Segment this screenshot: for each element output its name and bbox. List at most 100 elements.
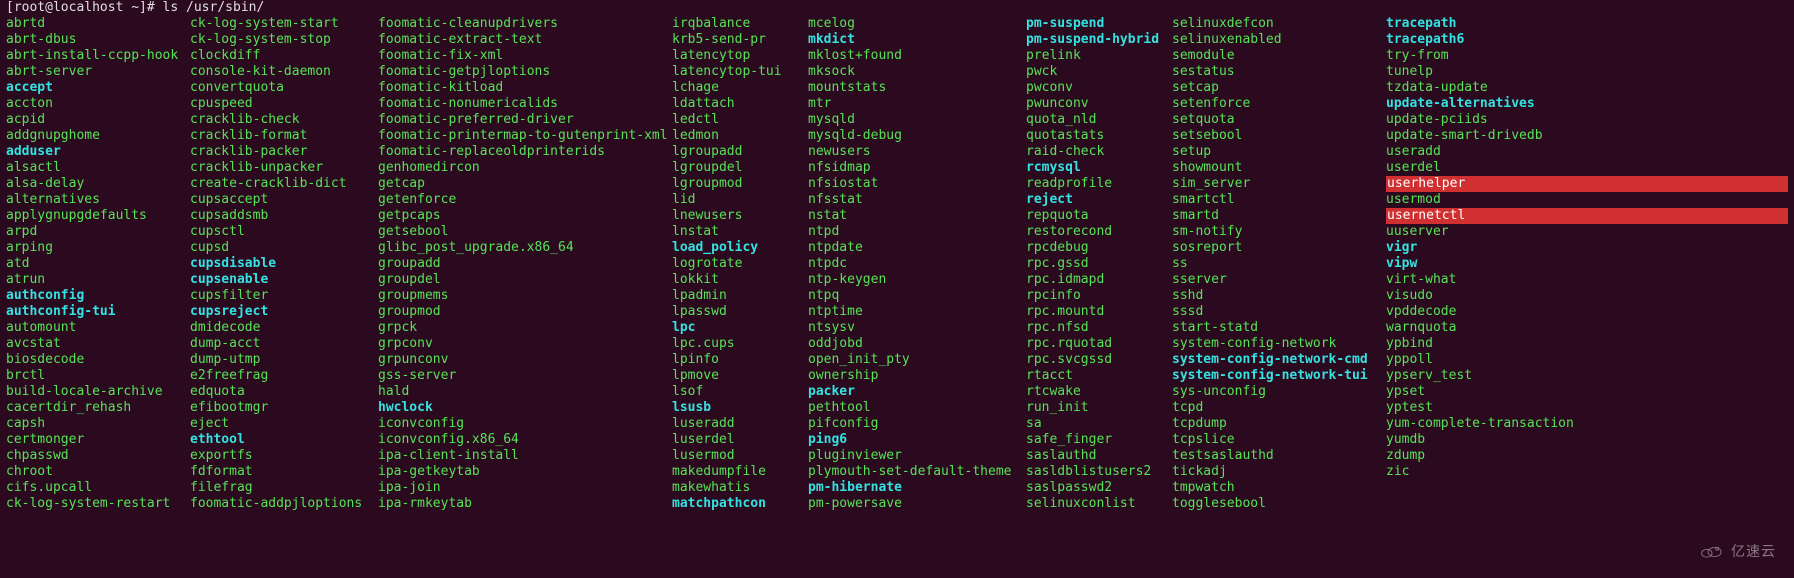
ls-entry: cupsreject	[190, 304, 378, 320]
ls-entry: tracepath6	[1386, 32, 1788, 48]
ls-entry: cracklib-packer	[190, 144, 378, 160]
ls-entry: saslpasswd2	[1026, 480, 1172, 496]
ls-entry: system-config-network-cmd	[1172, 352, 1386, 368]
ls-entry: lgroupmod	[672, 176, 808, 192]
ls-entry: smartd	[1172, 208, 1386, 224]
ls-entry: setquota	[1172, 112, 1386, 128]
ls-entry: ck-log-system-stop	[190, 32, 378, 48]
ls-entry: yppoll	[1386, 352, 1788, 368]
ls-entry: cracklib-format	[190, 128, 378, 144]
ls-entry: update-smart-drivedb	[1386, 128, 1788, 144]
ls-entry: getenforce	[378, 192, 672, 208]
ls-entry: mtr	[808, 96, 1026, 112]
terminal-window[interactable]: [root@localhost ~]# ls /usr/sbin/ abrtd a…	[0, 0, 1794, 512]
ls-entry: groupmod	[378, 304, 672, 320]
ls-entry: selinuxenabled	[1172, 32, 1386, 48]
ls-entry: adduser	[6, 144, 190, 160]
ls-entry: rpcdebug	[1026, 240, 1172, 256]
ls-entry: pethtool	[808, 400, 1026, 416]
ls-entry: lsusb	[672, 400, 808, 416]
ls-entry: tcpdump	[1172, 416, 1386, 432]
ls-entry: foomatic-getpjloptions	[378, 64, 672, 80]
ls-entry: showmount	[1172, 160, 1386, 176]
cloud-icon	[1699, 544, 1725, 560]
ls-entry: reject	[1026, 192, 1172, 208]
ls-entry: sys-unconfig	[1172, 384, 1386, 400]
ls-entry: cracklib-unpacker	[190, 160, 378, 176]
ls-entry: userdel	[1386, 160, 1788, 176]
ls-entry: ck-log-system-start	[190, 16, 378, 32]
ls-entry: sestatus	[1172, 64, 1386, 80]
ls-entry: foomatic-cleanupdrivers	[378, 16, 672, 32]
ls-column-4: mcelogmkdictmklost+foundmksockmountstats…	[808, 16, 1026, 512]
ls-entry: abrt-install-ccpp-hook	[6, 48, 190, 64]
ls-entry: yumdb	[1386, 432, 1788, 448]
ls-entry: mksock	[808, 64, 1026, 80]
ls-entry: sasldblistusers2	[1026, 464, 1172, 480]
ls-entry: ntsysv	[808, 320, 1026, 336]
ls-entry: vigr	[1386, 240, 1788, 256]
ls-entry: pluginviewer	[808, 448, 1026, 464]
ls-entry: ldattach	[672, 96, 808, 112]
ls-entry: rpc.rquotad	[1026, 336, 1172, 352]
ls-entry: console-kit-daemon	[190, 64, 378, 80]
ls-entry: ethtool	[190, 432, 378, 448]
prompt-line: [root@localhost ~]# ls /usr/sbin/	[6, 0, 1788, 16]
ls-entry: repquota	[1026, 208, 1172, 224]
ls-entry: rtcwake	[1026, 384, 1172, 400]
ls-entry: lokkit	[672, 272, 808, 288]
ls-entry: fdformat	[190, 464, 378, 480]
ls-entry: accton	[6, 96, 190, 112]
ls-entry: cupsenable	[190, 272, 378, 288]
ls-entry: mountstats	[808, 80, 1026, 96]
ls-entry: lnewusers	[672, 208, 808, 224]
ls-entry: glibc_post_upgrade.x86_64	[378, 240, 672, 256]
ls-entry: lchage	[672, 80, 808, 96]
ls-entry: togglesebool	[1172, 496, 1386, 512]
ls-entry: luserdel	[672, 432, 808, 448]
ls-entry: pm-suspend-hybrid	[1026, 32, 1172, 48]
ls-entry: newusers	[808, 144, 1026, 160]
ls-entry: run_init	[1026, 400, 1172, 416]
ls-entry: cifs.upcall	[6, 480, 190, 496]
ls-entry: tcpd	[1172, 400, 1386, 416]
ls-entry: groupdel	[378, 272, 672, 288]
ls-entry: useradd	[1386, 144, 1788, 160]
ls-entry: capsh	[6, 416, 190, 432]
ls-entry: nfsiostat	[808, 176, 1026, 192]
ls-entry: rcmysql	[1026, 160, 1172, 176]
ls-column-7: tracepathtracepath6try-fromtunelptzdata-…	[1386, 16, 1788, 512]
ls-column-5: pm-suspendpm-suspend-hybridprelinkpwckpw…	[1026, 16, 1172, 512]
ls-entry: mysqld	[808, 112, 1026, 128]
ls-entry: ledctl	[672, 112, 808, 128]
ls-entry: abrtd	[6, 16, 190, 32]
ls-entry: foomatic-nonumericalids	[378, 96, 672, 112]
ls-column-3: irqbalancekrb5-send-prlatencytoplatencyt…	[672, 16, 808, 512]
ls-entry: ipa-rmkeytab	[378, 496, 672, 512]
ls-entry: cupsaccept	[190, 192, 378, 208]
ls-entry: selinuxdefcon	[1172, 16, 1386, 32]
ls-entry: dmidecode	[190, 320, 378, 336]
ls-entry: warnquota	[1386, 320, 1788, 336]
ls-entry: create-cracklib-dict	[190, 176, 378, 192]
ls-entry: lusermod	[672, 448, 808, 464]
ls-entry: ypserv_test	[1386, 368, 1788, 384]
ls-entry: clockdiff	[190, 48, 378, 64]
ls-entry: certmonger	[6, 432, 190, 448]
ls-entry: foomatic-kitload	[378, 80, 672, 96]
ls-entry: dump-utmp	[190, 352, 378, 368]
ls-entry: ownership	[808, 368, 1026, 384]
ls-entry: nstat	[808, 208, 1026, 224]
ls-entry: foomatic-printermap-to-gutenprint-xml	[378, 128, 672, 144]
ls-entry: saslauthd	[1026, 448, 1172, 464]
ls-entry: groupmems	[378, 288, 672, 304]
ls-entry: cracklib-check	[190, 112, 378, 128]
ls-entry: getpcaps	[378, 208, 672, 224]
ls-entry: usermod	[1386, 192, 1788, 208]
ls-entry: atrun	[6, 272, 190, 288]
ls-entry: efibootmgr	[190, 400, 378, 416]
ls-entry: rpc.svcgssd	[1026, 352, 1172, 368]
ls-entry: oddjobd	[808, 336, 1026, 352]
ls-entry: setup	[1172, 144, 1386, 160]
ls-entry: hald	[378, 384, 672, 400]
